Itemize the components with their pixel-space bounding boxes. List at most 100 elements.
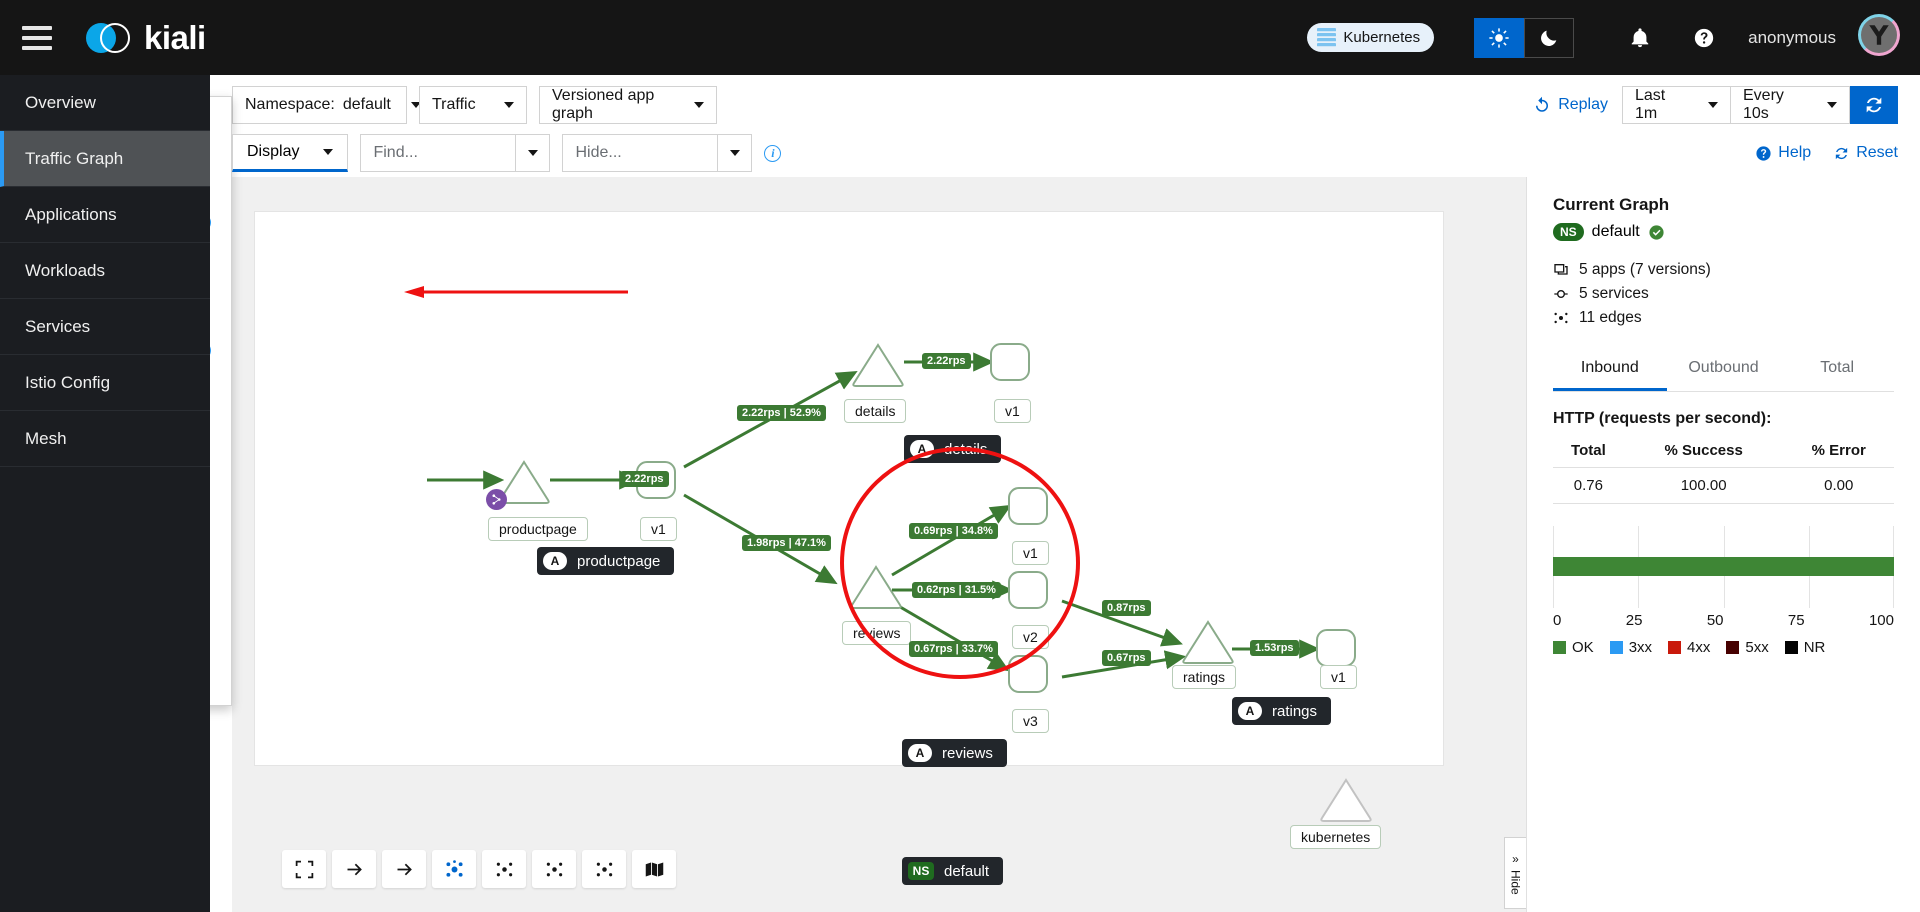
services-icon: [1554, 290, 1568, 298]
node-label-reviews[interactable]: reviews: [842, 621, 912, 645]
workload-node-reviews-v1[interactable]: [1008, 487, 1048, 525]
edge-label-reviews-v3: 0.67rps | 33.7%: [909, 641, 998, 657]
legend-map-icon[interactable]: [632, 850, 676, 888]
refresh-interval-select[interactable]: Every 10s: [1730, 86, 1850, 124]
health-check-icon: [1649, 224, 1664, 240]
service-node-kubernetes[interactable]: [1318, 775, 1374, 823]
find-hide-info-icon[interactable]: i: [764, 144, 782, 162]
td-success: 100.00: [1623, 467, 1784, 504]
panel-namespace-label: default: [1591, 223, 1640, 240]
panel-section-title: HTTP (requests per second):: [1553, 410, 1772, 427]
app-chip-ratings[interactable]: A ratings: [1232, 697, 1332, 725]
avatar[interactable]: [1858, 13, 1900, 56]
sidebar-item-applications[interactable]: Applications: [0, 187, 210, 243]
find-box[interactable]: [360, 134, 551, 172]
namespace-chip[interactable]: NS default: [902, 857, 1004, 885]
refresh-button[interactable]: [1850, 86, 1898, 124]
legend-4xx[interactable]: 4xx: [1668, 639, 1710, 656]
node-label-productpage-v1[interactable]: v1: [640, 517, 677, 541]
legend-nr[interactable]: NR: [1784, 639, 1825, 656]
graph-summary-panel: Current Graph NS default 5 apps (7 versi…: [1526, 177, 1920, 912]
node-label-reviews-v2[interactable]: v2: [1012, 625, 1049, 649]
hide-box[interactable]: [562, 134, 753, 172]
layout-grid-icon[interactable]: [482, 850, 526, 888]
xtick-0: 0: [1553, 612, 1562, 629]
sidebar-item-overview[interactable]: Overview: [0, 75, 210, 131]
brand-logo-group[interactable]: kiali: [86, 19, 206, 57]
node-label-reviews-v1[interactable]: v1: [1012, 541, 1049, 565]
workload-node-reviews-v2[interactable]: [1008, 571, 1048, 609]
bell-icon[interactable]: [1620, 18, 1660, 58]
td-error: 0.00: [1783, 467, 1894, 504]
service-node-details[interactable]: [850, 340, 906, 388]
chart-legend: OK 3xx 4xx 5xx NR: [1553, 639, 1894, 656]
node-label-details-v1[interactable]: v1: [994, 399, 1031, 423]
main-content: Namespace: default Traffic Versioned app…: [210, 75, 1920, 912]
node-label-details[interactable]: details: [844, 399, 907, 423]
theme-toggle[interactable]: [1474, 17, 1575, 58]
tab-inbound[interactable]: Inbound: [1553, 349, 1667, 391]
hide-dropdown-toggle[interactable]: [717, 135, 751, 171]
graph-type-select[interactable]: Versioned app graph: [539, 86, 717, 124]
sidebar-item-mesh[interactable]: Mesh: [0, 411, 210, 467]
legend-ok[interactable]: OK: [1553, 639, 1594, 656]
namespace-chip-label: default: [944, 862, 990, 880]
sidebar-item-workloads[interactable]: Workloads: [0, 243, 210, 299]
app-chip-productpage[interactable]: A productpage: [537, 547, 675, 575]
virtual-service-badge-productpage[interactable]: [486, 489, 507, 510]
workload-node-details-v1[interactable]: [990, 343, 1030, 381]
th-total: Total: [1553, 438, 1624, 468]
sidebar-item-services[interactable]: Services: [0, 299, 210, 355]
workload-node-ratings-v1[interactable]: [1316, 629, 1356, 667]
graph-edges: [427, 352, 1321, 679]
find-input[interactable]: [361, 144, 512, 162]
layout-breadthfirst-icon[interactable]: [582, 850, 626, 888]
tab-outbound[interactable]: Outbound: [1667, 349, 1781, 391]
traffic-select[interactable]: Traffic: [419, 86, 527, 124]
side-panel-hide-toggle[interactable]: » Hide: [1504, 837, 1526, 909]
hide-input[interactable]: [563, 144, 714, 162]
sidebar-item-label: Istio Config: [25, 372, 111, 392]
app-chip-label: productpage: [577, 552, 661, 570]
sidebar-item-traffic-graph[interactable]: Traffic Graph: [0, 131, 210, 187]
node-label-kubernetes[interactable]: kubernetes: [1290, 825, 1382, 849]
duration-select[interactable]: Last 1m: [1622, 86, 1730, 124]
fit-to-screen-icon[interactable]: [282, 850, 326, 888]
replay-button[interactable]: Replay: [1533, 96, 1608, 114]
arrow-right-icon[interactable]: [332, 850, 376, 888]
user-name[interactable]: anonymous: [1748, 28, 1836, 48]
help-link[interactable]: Help: [1755, 144, 1811, 162]
panel-namespace: NS default: [1553, 223, 1894, 241]
app-chip-details[interactable]: A details: [904, 435, 1002, 463]
sidebar-item-istio-config[interactable]: Istio Config: [0, 355, 210, 411]
node-label-productpage[interactable]: productpage: [488, 517, 588, 541]
node-label-reviews-v3[interactable]: v3: [1012, 709, 1049, 733]
find-dropdown-toggle[interactable]: [515, 135, 549, 171]
layout-concentric-icon[interactable]: [532, 850, 576, 888]
node-label-ratings[interactable]: ratings: [1172, 665, 1237, 689]
service-node-reviews[interactable]: [848, 562, 904, 610]
help-link-label: Help: [1778, 144, 1812, 161]
cluster-chip[interactable]: Kubernetes: [1307, 23, 1435, 52]
masthead: kiali Kubernetes anonymous: [0, 0, 1920, 75]
legend-5xx[interactable]: 5xx: [1726, 639, 1769, 656]
sun-icon[interactable]: [1474, 17, 1525, 58]
arrow-right-alt-icon[interactable]: [382, 850, 426, 888]
tab-total[interactable]: Total: [1780, 349, 1894, 391]
node-label-ratings-v1[interactable]: v1: [1320, 665, 1357, 689]
help-icon[interactable]: [1684, 18, 1724, 58]
hamburger-icon[interactable]: [22, 25, 52, 50]
app-chip-reviews[interactable]: A reviews: [902, 739, 1007, 767]
reset-link[interactable]: Reset: [1833, 144, 1898, 162]
moon-icon[interactable]: [1524, 17, 1575, 58]
reset-link-label: Reset: [1856, 144, 1898, 161]
workload-node-reviews-v3[interactable]: [1008, 655, 1048, 693]
namespace-select[interactable]: Namespace: default: [232, 86, 421, 124]
chevron-down-icon: [1827, 102, 1837, 108]
edge-label-reviews-v2: 0.62rps | 31.5%: [912, 582, 1001, 598]
service-node-ratings[interactable]: [1180, 617, 1236, 665]
legend-4xx-label: 4xx: [1687, 639, 1711, 656]
legend-3xx[interactable]: 3xx: [1609, 639, 1652, 656]
display-dropdown-button[interactable]: Display: [232, 134, 349, 172]
layout-dagre-icon[interactable]: [432, 850, 476, 888]
